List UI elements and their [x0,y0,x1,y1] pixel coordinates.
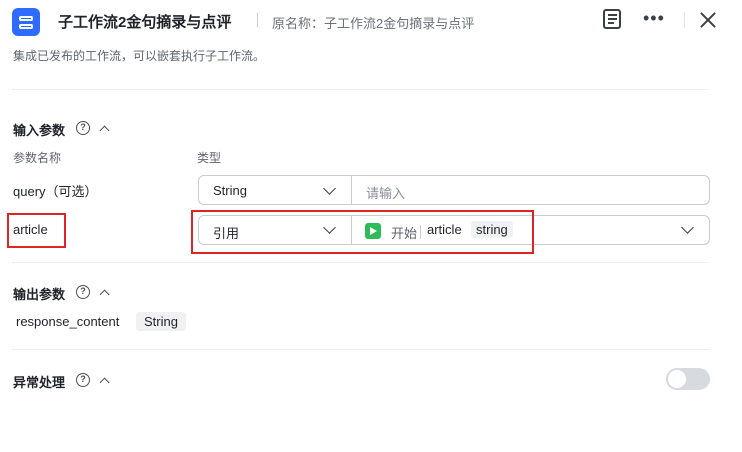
output-type-badge: String [136,312,186,331]
ref-node-name: 开始 [391,226,418,241]
output-params-title: 输出参数 [13,287,66,302]
input-placeholder: 请输入 [366,186,406,201]
collapse-icon[interactable] [99,289,110,300]
divider [12,349,709,350]
type-select-article[interactable]: 引用 [198,215,352,245]
param-name-article: article [13,222,48,237]
divider [12,89,709,90]
exception-title: 异常处理 [13,375,66,390]
original-name: 原名称：子工作流2金句摘录与点评 [272,16,475,31]
divider [12,262,709,263]
header-divider [257,13,258,27]
workflow-icon [12,8,40,36]
more-options-icon[interactable]: ••• [643,9,665,27]
note-icon[interactable] [603,9,621,29]
output-param-name: response_content [16,314,120,329]
node-title[interactable]: 子工作流2金句摘录与点评 [58,11,231,32]
reference-select[interactable]: 开始 article string [352,215,710,245]
help-icon[interactable]: ? [76,285,90,299]
node-description: 集成已发布的工作流，可以嵌套执行子工作流。 [13,49,266,63]
type-select-query[interactable]: String [198,175,352,205]
chevron-down-icon [681,221,694,234]
close-icon[interactable] [699,11,717,29]
collapse-icon[interactable] [99,125,110,136]
column-param-name: 参数名称 [13,151,62,165]
input-params-title: 输入参数 [13,123,66,138]
help-icon[interactable]: ? [76,373,90,387]
collapse-icon[interactable] [99,377,110,388]
type-select-value: String [213,183,247,198]
column-type: 类型 [197,151,222,165]
type-select-value: 引用 [213,226,240,241]
chevron-down-icon [323,221,336,234]
param-name-query: query（可选） [13,184,98,199]
help-icon[interactable]: ? [76,121,90,135]
chevron-down-icon [323,182,336,195]
toggle-knob [668,370,686,388]
query-value-input[interactable]: 请输入 [352,175,710,205]
ref-variable: article [427,222,462,237]
exception-toggle[interactable] [666,368,710,390]
ref-divider [420,225,421,239]
ref-type-badge: string [471,221,513,238]
start-node-icon [365,223,381,239]
header-separator [684,12,685,28]
